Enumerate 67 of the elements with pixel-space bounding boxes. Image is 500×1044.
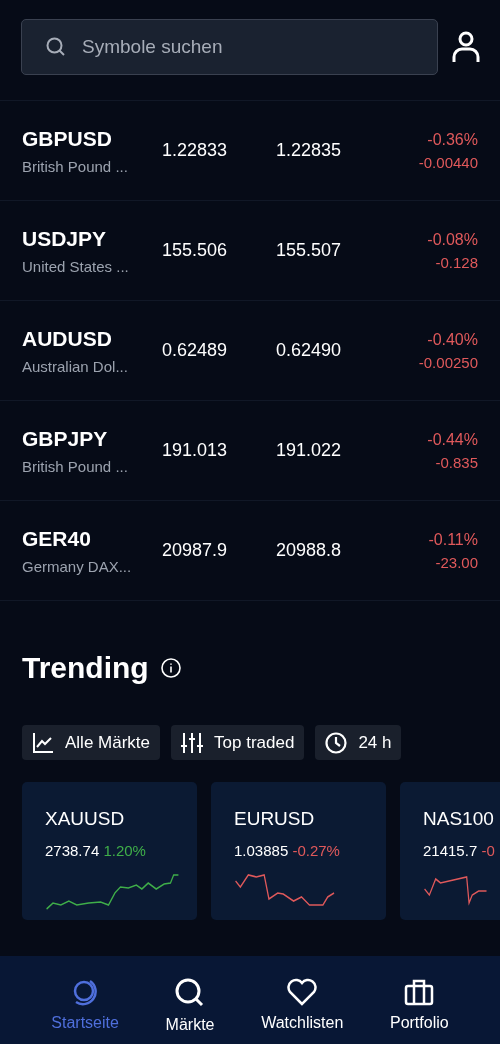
instrument-row[interactable]: USDJPY United States ... 155.506 155.507 -0.08% -0.128 bbox=[0, 201, 500, 301]
symbol-label: GER40 bbox=[22, 526, 92, 551]
search-field[interactable]: Symbole suchen bbox=[21, 19, 438, 75]
absolute-change: -0.00250 bbox=[418, 353, 478, 371]
absolute-change: -23.00 bbox=[435, 553, 478, 571]
trending-card[interactable]: XAUUSD 2738.74 1.20% bbox=[22, 782, 197, 920]
symbol-label: AUDUSD bbox=[22, 326, 113, 351]
instrument-row[interactable]: GBPJPY British Pound ... 191.013 191.022 -0.44% -0.835 bbox=[0, 401, 500, 501]
info-icon[interactable] bbox=[160, 658, 181, 678]
ask-price: 1.22835 bbox=[276, 140, 343, 161]
bid-price: 155.506 bbox=[162, 240, 229, 261]
sparkline bbox=[423, 876, 488, 904]
symbol-label: EURUSD bbox=[234, 808, 316, 830]
ask-price: 20988.8 bbox=[276, 540, 343, 561]
symbol-label: NAS100 bbox=[423, 808, 495, 830]
percent-change: -0 bbox=[481, 842, 495, 859]
percent-change: 1.20% bbox=[103, 842, 146, 859]
instrument-row[interactable]: AUDUSD Australian Dol... 0.62489 0.62490 -0.40% -0.00250 bbox=[0, 301, 500, 401]
price: 2738.74 bbox=[45, 842, 100, 859]
ask-price: 155.507 bbox=[276, 240, 343, 261]
symbol-label: XAUUSD bbox=[45, 808, 126, 830]
price: 1.03885 bbox=[234, 842, 289, 859]
section-title: Trending bbox=[22, 651, 149, 685]
line-chart-icon bbox=[32, 731, 54, 754]
clock-icon bbox=[325, 731, 348, 754]
percent-change: -0.11% bbox=[428, 530, 478, 549]
search-icon bbox=[175, 978, 206, 1008]
nav-tab[interactable]: Portfolio bbox=[383, 956, 455, 1044]
ask-price: 191.022 bbox=[276, 440, 343, 461]
nav-tab[interactable]: Startseite bbox=[45, 956, 125, 1044]
symbol-label: USDJPY bbox=[22, 226, 108, 251]
percent-change: -0.40% bbox=[427, 330, 478, 349]
globe-icon bbox=[71, 978, 100, 1006]
instrument-name: British Pound ... bbox=[22, 457, 129, 475]
instrument-name: Germany DAX... bbox=[22, 557, 133, 575]
symbol-label: GBPJPY bbox=[22, 426, 109, 451]
filter-chip[interactable]: Alle Märkte bbox=[22, 725, 161, 760]
bid-price: 1.22833 bbox=[162, 140, 229, 161]
instrument-name: Australian Dol... bbox=[22, 357, 129, 375]
absolute-change: -0.00440 bbox=[418, 153, 478, 171]
nav-tab[interactable]: Märkte bbox=[159, 956, 221, 1044]
sliders-icon bbox=[181, 731, 204, 754]
instrument-row[interactable]: GBPUSD British Pound ... 1.22833 1.22835 -0.36% -0.00440 bbox=[0, 101, 500, 201]
percent-change: -0.27% bbox=[292, 842, 340, 859]
absolute-change: -0.128 bbox=[435, 253, 478, 271]
ask-price: 0.62490 bbox=[276, 340, 343, 361]
absolute-change: -0.835 bbox=[435, 453, 478, 471]
symbol-label: GBPUSD bbox=[22, 126, 113, 151]
heart-icon bbox=[287, 978, 318, 1006]
bid-price: 0.62489 bbox=[162, 340, 229, 361]
trending-card[interactable]: NAS100 21415.7 -0 bbox=[400, 782, 500, 920]
percent-change: -0.36% bbox=[427, 130, 478, 149]
percent-change: -0.44% bbox=[427, 430, 478, 449]
instrument-name: United States ... bbox=[22, 257, 130, 275]
price: 21415.7 bbox=[423, 842, 478, 859]
search-icon bbox=[46, 37, 66, 57]
instrument-name: British Pound ... bbox=[22, 157, 129, 175]
trending-card[interactable]: EURUSD 1.03885 -0.27% bbox=[211, 782, 386, 920]
bid-price: 191.013 bbox=[162, 440, 229, 461]
percent-change: -0.08% bbox=[427, 230, 478, 249]
filter-chip[interactable]: Top traded bbox=[171, 725, 305, 760]
briefcase-icon bbox=[404, 978, 435, 1006]
filter-chip[interactable]: 24 h bbox=[315, 725, 402, 760]
nav-tab[interactable]: Watchlisten bbox=[255, 956, 350, 1044]
instrument-row[interactable]: GER40 Germany DAX... 20987.9 20988.8 -0.11% -23.00 bbox=[0, 501, 500, 601]
user-icon[interactable] bbox=[452, 31, 480, 63]
bid-price: 20987.9 bbox=[162, 540, 229, 561]
